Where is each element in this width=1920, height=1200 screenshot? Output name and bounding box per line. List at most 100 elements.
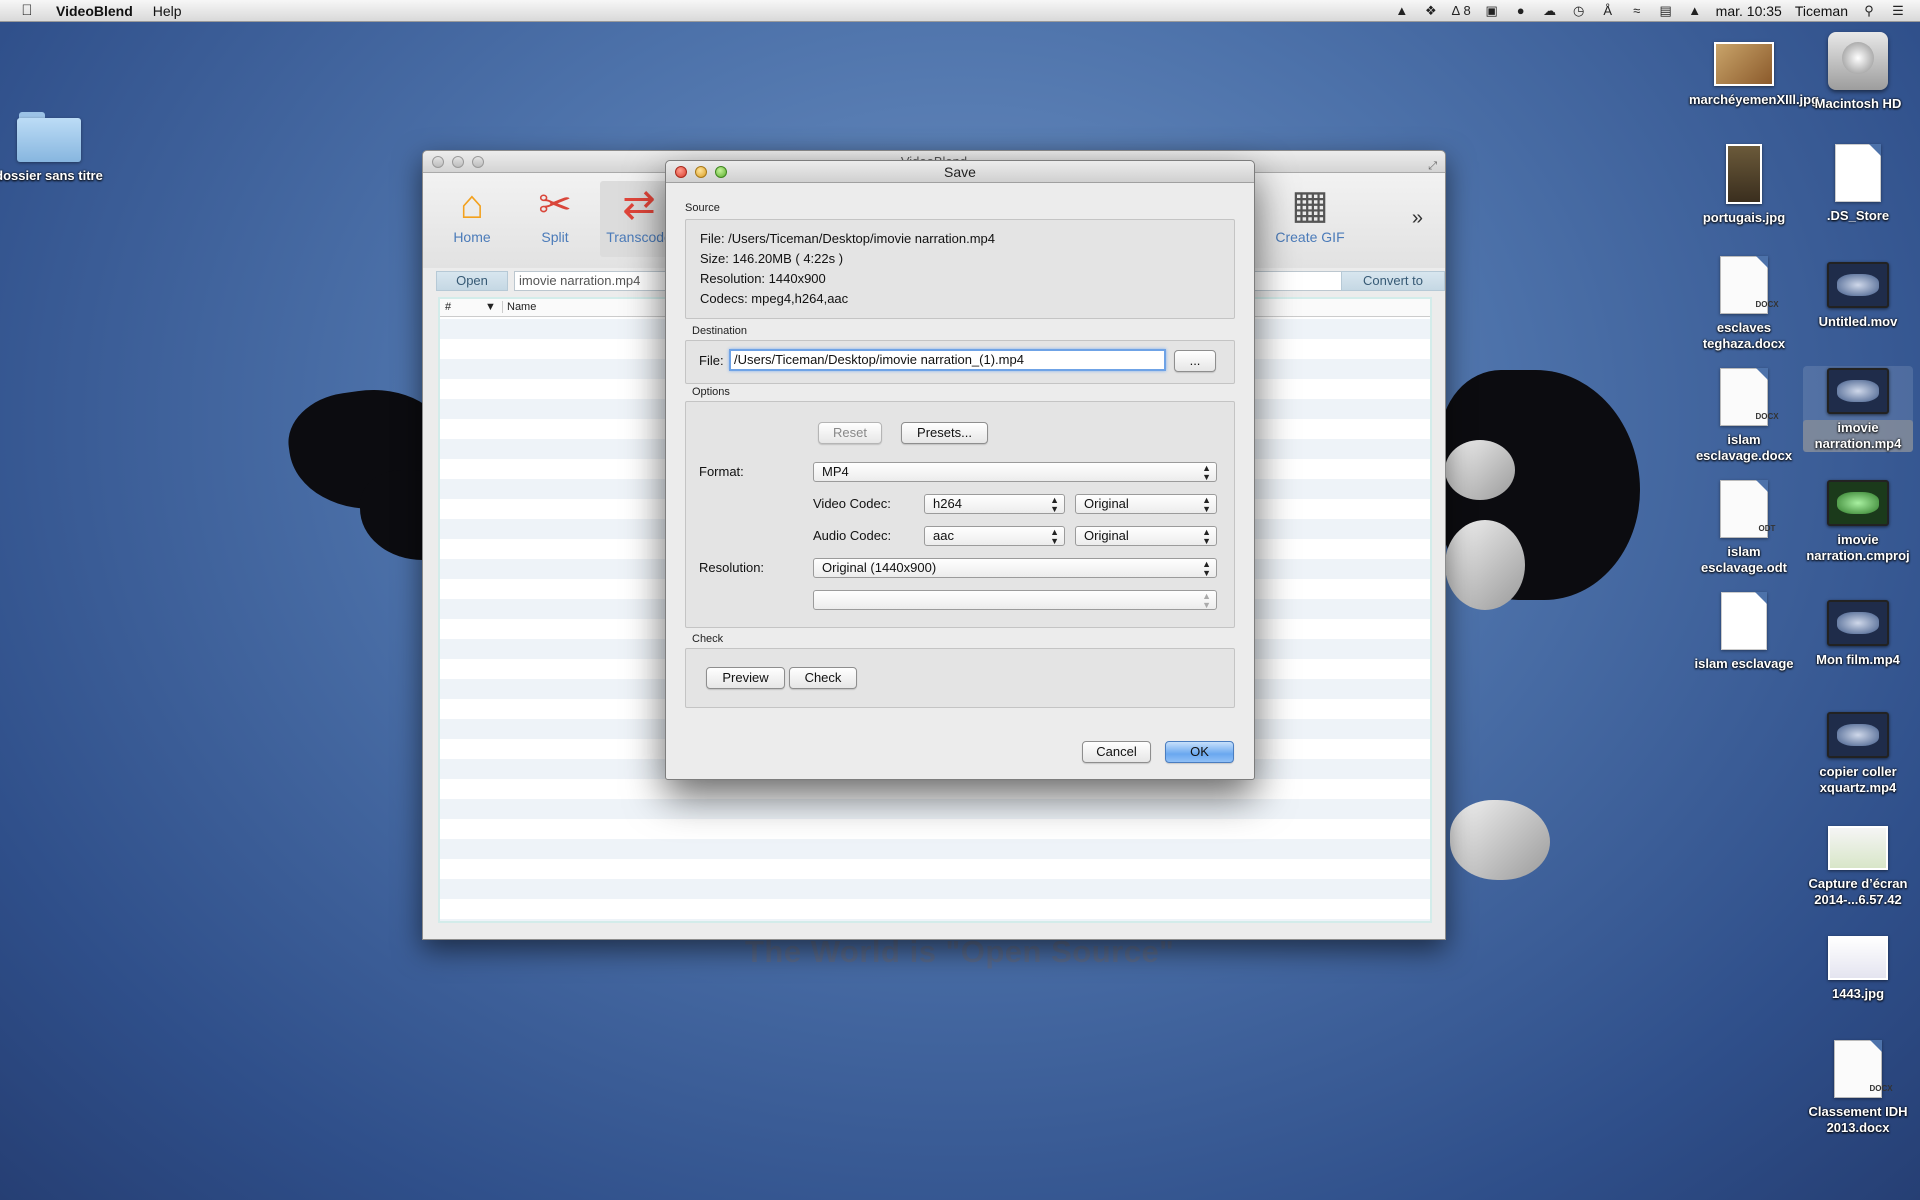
select-arrows-icon: ▲ ▼ [1202, 591, 1211, 610]
zoom-button[interactable] [715, 166, 727, 178]
desktop-file-label: islam esclavage.odt [1701, 544, 1787, 575]
audio-quality-select[interactable]: Original ▲ ▼ [1075, 526, 1217, 546]
extra-options-select: ▲ ▼ [813, 590, 1217, 610]
destination-group-label: Destination [692, 325, 748, 337]
desktop-file-label: .DS_Store [1826, 208, 1890, 223]
time-machine-icon[interactable]: ◷ [1571, 3, 1587, 18]
desktop-file[interactable]: DOCX Classement IDH 2013.docx [1803, 1040, 1913, 1136]
menu-help[interactable]: Help [153, 3, 182, 19]
bluetooth-icon[interactable]: Å [1600, 3, 1616, 18]
google-drive-icon[interactable]: ▲ [1394, 3, 1410, 18]
desktop-file[interactable]: DOCX esclaves teghaza.docx [1689, 256, 1799, 352]
zoom-button[interactable] [472, 156, 484, 168]
desktop-file-selected[interactable]: imovie narration.mp4 [1803, 366, 1913, 452]
preview-button[interactable]: Preview [706, 667, 785, 689]
audio-quality-value: Original [1084, 528, 1129, 543]
adobe-icon[interactable]: ∆ 8 [1452, 2, 1471, 18]
apple-menu-icon[interactable]:  [16, 2, 38, 19]
cancel-button[interactable]: Cancel [1082, 741, 1151, 763]
desktop-file[interactable]: ODT islam esclavage.odt [1689, 480, 1799, 576]
volume-icon[interactable]: ▲ [1687, 3, 1703, 18]
resolution-label: Resolution: [699, 560, 765, 575]
video-quality-value: Original [1084, 496, 1129, 511]
presets-button[interactable]: Presets... [901, 422, 988, 444]
format-select[interactable]: MP4 ▲ ▼ [813, 462, 1217, 482]
menu-clock[interactable]: mar. 10:35 [1716, 3, 1782, 19]
desktop-file[interactable]: DOCX islam esclavage.docx [1689, 368, 1799, 464]
ok-button[interactable]: OK [1165, 741, 1234, 763]
convert-to-button[interactable]: Convert to [1341, 271, 1445, 291]
source-resolution: Resolution: 1440x900 [700, 271, 826, 286]
destination-file-label: File: [699, 353, 724, 368]
notification-icon[interactable]: ● [1513, 3, 1529, 18]
toolbar-overflow-chevron-icon[interactable]: » [1412, 207, 1423, 230]
desktop-file-label: copier coller xquartz.mp4 [1819, 764, 1897, 795]
desktop-file[interactable]: Mon film.mp4 [1803, 600, 1913, 668]
image-thumbnail-icon [1828, 936, 1888, 980]
close-button[interactable] [675, 166, 687, 178]
close-button[interactable] [432, 156, 444, 168]
column-name-header[interactable]: Name [502, 301, 536, 313]
movie-thumbnail-icon [1827, 262, 1889, 308]
open-button[interactable]: Open [436, 271, 508, 291]
toolbar-home-label: Home [453, 229, 491, 245]
toolbar-home-button[interactable]: ⌂ Home [437, 181, 507, 245]
select-arrows-icon: ▲ ▼ [1202, 463, 1211, 482]
select-arrows-icon: ▲ ▼ [1202, 495, 1211, 514]
notification-center-icon[interactable]: ☰ [1890, 3, 1906, 18]
desktop-file[interactable]: marchéyemenXIIl.jpg [1689, 42, 1819, 108]
toolbar-split-button[interactable]: ✂ Split [520, 181, 590, 245]
format-select-value: MP4 [822, 464, 849, 479]
save-dialog-titlebar[interactable]: Save [666, 161, 1254, 183]
minimize-button[interactable] [452, 156, 464, 168]
airplay-icon[interactable]: ▣ [1484, 3, 1500, 18]
scissors-icon: ✂ [538, 183, 572, 227]
check-button[interactable]: Check [789, 667, 857, 689]
desktop-file[interactable]: copier coller xquartz.mp4 [1803, 712, 1913, 796]
desktop-folder-label: dossier sans titre [0, 168, 103, 183]
image-thumbnail-icon [1714, 42, 1774, 86]
menu-user[interactable]: Ticeman [1795, 3, 1848, 19]
toolbar-create-gif-button[interactable]: ▦ Create GIF [1270, 181, 1350, 245]
minimize-button[interactable] [695, 166, 707, 178]
select-arrows-icon: ▲ ▼ [1202, 527, 1211, 546]
desktop-folder[interactable]: dossier sans titre [0, 112, 104, 184]
dropbox-icon[interactable]: ❖ [1423, 3, 1439, 18]
options-group-label: Options [692, 386, 730, 398]
image-thumbnail-icon [1726, 144, 1762, 204]
menu-app-name[interactable]: VideoBlend [56, 3, 133, 19]
check-group: Preview Check [685, 648, 1235, 708]
film-strip-icon: ▦ [1291, 183, 1329, 227]
desktop-file[interactable]: islam esclavage [1689, 592, 1799, 672]
video-quality-select[interactable]: Original ▲ ▼ [1075, 494, 1217, 514]
save-dialog: Save Source File: /Users/Ticeman/Desktop… [665, 160, 1255, 780]
wifi-icon[interactable]: ≈ [1629, 3, 1645, 18]
reset-button[interactable]: Reset [818, 422, 882, 444]
desktop-file[interactable]: Untitled.mov [1803, 262, 1913, 330]
desktop-file[interactable]: .DS_Store [1803, 144, 1913, 224]
column-index-header[interactable]: # [445, 301, 451, 313]
movie-thumbnail-icon [1827, 712, 1889, 758]
document-icon [1721, 592, 1767, 650]
resolution-select[interactable]: Original (1440x900) ▲ ▼ [813, 558, 1217, 578]
sort-chevron-down-icon[interactable]: ▼ [485, 301, 496, 313]
cloud-icon[interactable]: ☁ [1542, 3, 1558, 18]
video-codec-select[interactable]: h264 ▲ ▼ [924, 494, 1065, 514]
destination-group: File: /Users/Ticeman/Desktop/imovie narr… [685, 340, 1235, 384]
desktop-file[interactable]: imovie narration.cmproj [1803, 480, 1913, 564]
desktop-drive[interactable]: Macintosh HD [1803, 32, 1913, 112]
desktop-file-label: Capture d’écran 2014-...6.57.42 [1808, 876, 1908, 907]
desktop-file[interactable]: portugais.jpg [1689, 144, 1799, 226]
audio-codec-select[interactable]: aac ▲ ▼ [924, 526, 1065, 546]
toolbar-split-label: Split [541, 229, 569, 245]
desktop-file[interactable]: 1443.jpg [1803, 936, 1913, 1002]
adobe-count: 8 [1463, 2, 1471, 18]
source-group: File: /Users/Ticeman/Desktop/imovie narr… [685, 219, 1235, 319]
browse-button[interactable]: ... [1174, 350, 1216, 372]
spotlight-icon[interactable]: ⚲ [1861, 3, 1877, 18]
desktop-file[interactable]: Capture d’écran 2014-...6.57.42 [1803, 826, 1913, 908]
input-source-icon[interactable]: ▤ [1658, 3, 1674, 18]
destination-file-input[interactable]: /Users/Ticeman/Desktop/imovie narration_… [729, 349, 1166, 371]
menu-extras: ▲ ❖ ∆ 8 ▣ ● ☁ ◷ Å ≈ ▤ ▲ mar. 10:35 Ticem… [1394, 3, 1920, 19]
resolution-value: Original (1440x900) [822, 560, 937, 575]
